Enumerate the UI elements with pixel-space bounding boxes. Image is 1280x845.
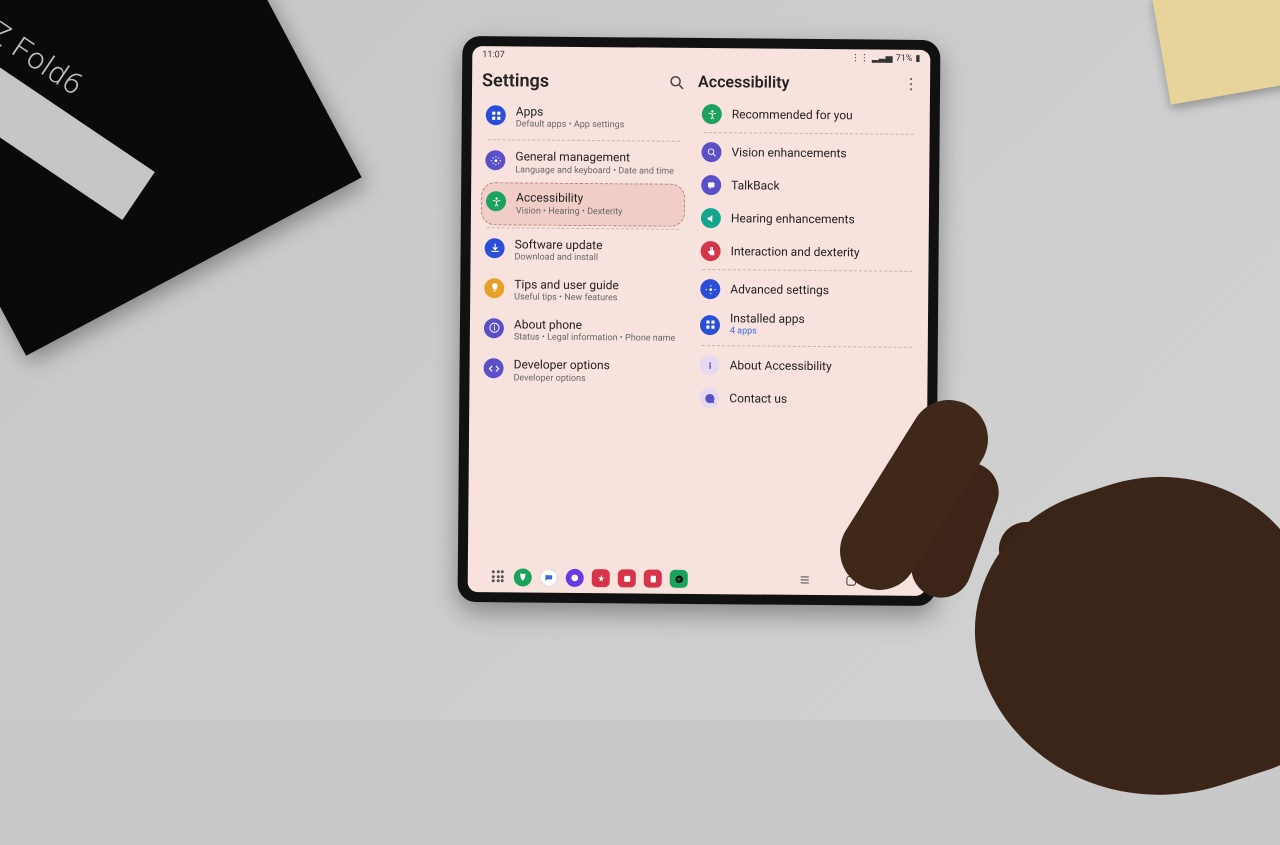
row-recommended[interactable]: Recommended for you (698, 97, 920, 132)
row-advanced[interactable]: Advanced settings (696, 272, 918, 307)
row-about-accessibility[interactable]: About Accessibility (695, 348, 917, 383)
settings-pane: Settings Apps Default apps • App setting… (468, 64, 692, 564)
talkback-icon (701, 175, 721, 195)
row-label: Vision enhancements (731, 145, 846, 160)
row-subtitle: Vision • Hearing • Dexterity (516, 206, 623, 218)
hearing-icon (701, 208, 721, 228)
advanced-icon (700, 279, 720, 299)
row-subtitle: Developer options (513, 373, 609, 385)
row-title: Developer options (514, 358, 610, 373)
settings-item-software-update[interactable]: Software update Download and install (480, 230, 684, 272)
developer-icon (483, 358, 503, 378)
contact-icon (699, 388, 719, 408)
row-label: Advanced settings (730, 282, 829, 297)
dock-app-2[interactable] (540, 569, 558, 587)
settings-list: Apps Default apps • App settings General… (478, 97, 686, 564)
settings-item-accessibility[interactable]: Accessibility Vision • Hearing • Dexteri… (481, 182, 685, 226)
app-dock (492, 568, 688, 588)
dock-app-3[interactable] (566, 569, 584, 587)
settings-item-about[interactable]: About phone Status • Legal information •… (480, 310, 684, 352)
status-indicators: ⋮⋮ ▂▃▅ 71% ▮ (851, 53, 921, 64)
row-title: About phone (514, 317, 676, 333)
download-icon (485, 238, 505, 258)
dock-app-6[interactable] (644, 570, 662, 588)
user-hand (820, 380, 1280, 800)
dock-app-4[interactable] (592, 569, 610, 587)
row-label: Recommended for you (732, 107, 853, 122)
more-options-icon[interactable]: ⋮ (902, 74, 920, 92)
row-subtitle: Status • Legal information • Phone name (514, 333, 676, 345)
row-hearing[interactable]: Hearing enhancements (697, 201, 919, 236)
about-icon (700, 355, 720, 375)
wifi-icon: ⋮⋮ (851, 53, 869, 63)
row-vision[interactable]: Vision enhancements (697, 135, 919, 170)
bulb-icon (484, 278, 504, 298)
vision-icon (701, 142, 721, 162)
settings-item-developer[interactable]: Developer options Developer options (479, 350, 683, 392)
recents-button[interactable] (796, 571, 814, 589)
settings-item-general[interactable]: General management Language and keyboard… (481, 142, 685, 184)
separator (487, 227, 679, 230)
row-subtitle: Default apps • App settings (516, 120, 625, 132)
row-label: About Accessibility (730, 358, 832, 373)
accessibility-icon (486, 192, 506, 212)
gear-icon (485, 150, 505, 170)
row-subtitle: Language and keyboard • Date and time (515, 165, 674, 177)
signal-icon: ▂▃▅ (872, 53, 893, 63)
row-title: General management (515, 150, 674, 166)
dock-app-7[interactable] (670, 570, 688, 588)
row-label: Contact us (729, 391, 787, 406)
interaction-icon (701, 241, 721, 261)
status-time: 11:07 (482, 50, 505, 60)
settings-item-apps[interactable]: Apps Default apps • App settings (482, 97, 686, 139)
settings-header: Settings (482, 70, 686, 93)
settings-item-tips[interactable]: Tips and user guide Useful tips • New fe… (480, 270, 684, 312)
row-label: TalkBack (731, 178, 780, 192)
accessibility-title: Accessibility (698, 72, 790, 92)
accessibility-header: Accessibility ⋮ (698, 72, 920, 93)
recommended-icon (702, 104, 722, 124)
apps-icon (486, 105, 506, 125)
app-drawer-icon[interactable] (492, 570, 506, 584)
dock-app-1[interactable] (514, 568, 532, 586)
row-title: Software update (515, 237, 603, 252)
row-title: Accessibility (516, 191, 623, 206)
row-installed-apps[interactable]: Installed apps 4 apps (696, 305, 918, 345)
row-interaction[interactable]: Interaction and dexterity (696, 234, 918, 269)
battery-icon: ▮ (915, 54, 920, 64)
installed-apps-icon (700, 315, 720, 335)
row-subtitle: Useful tips • New features (514, 293, 619, 305)
row-sublabel: 4 apps (730, 327, 805, 338)
row-title: Tips and user guide (514, 277, 619, 292)
info-icon (484, 318, 504, 338)
row-subtitle: Download and install (514, 252, 602, 264)
row-label: Hearing enhancements (731, 211, 855, 226)
row-label: Installed apps (730, 311, 805, 326)
battery-percent: 71% (896, 54, 913, 64)
search-icon[interactable] (668, 73, 686, 91)
row-title: Apps (516, 104, 625, 119)
row-label: Interaction and dexterity (731, 244, 860, 259)
settings-title: Settings (482, 70, 549, 92)
dock-app-5[interactable] (618, 569, 636, 587)
row-talkback[interactable]: TalkBack (697, 168, 919, 203)
